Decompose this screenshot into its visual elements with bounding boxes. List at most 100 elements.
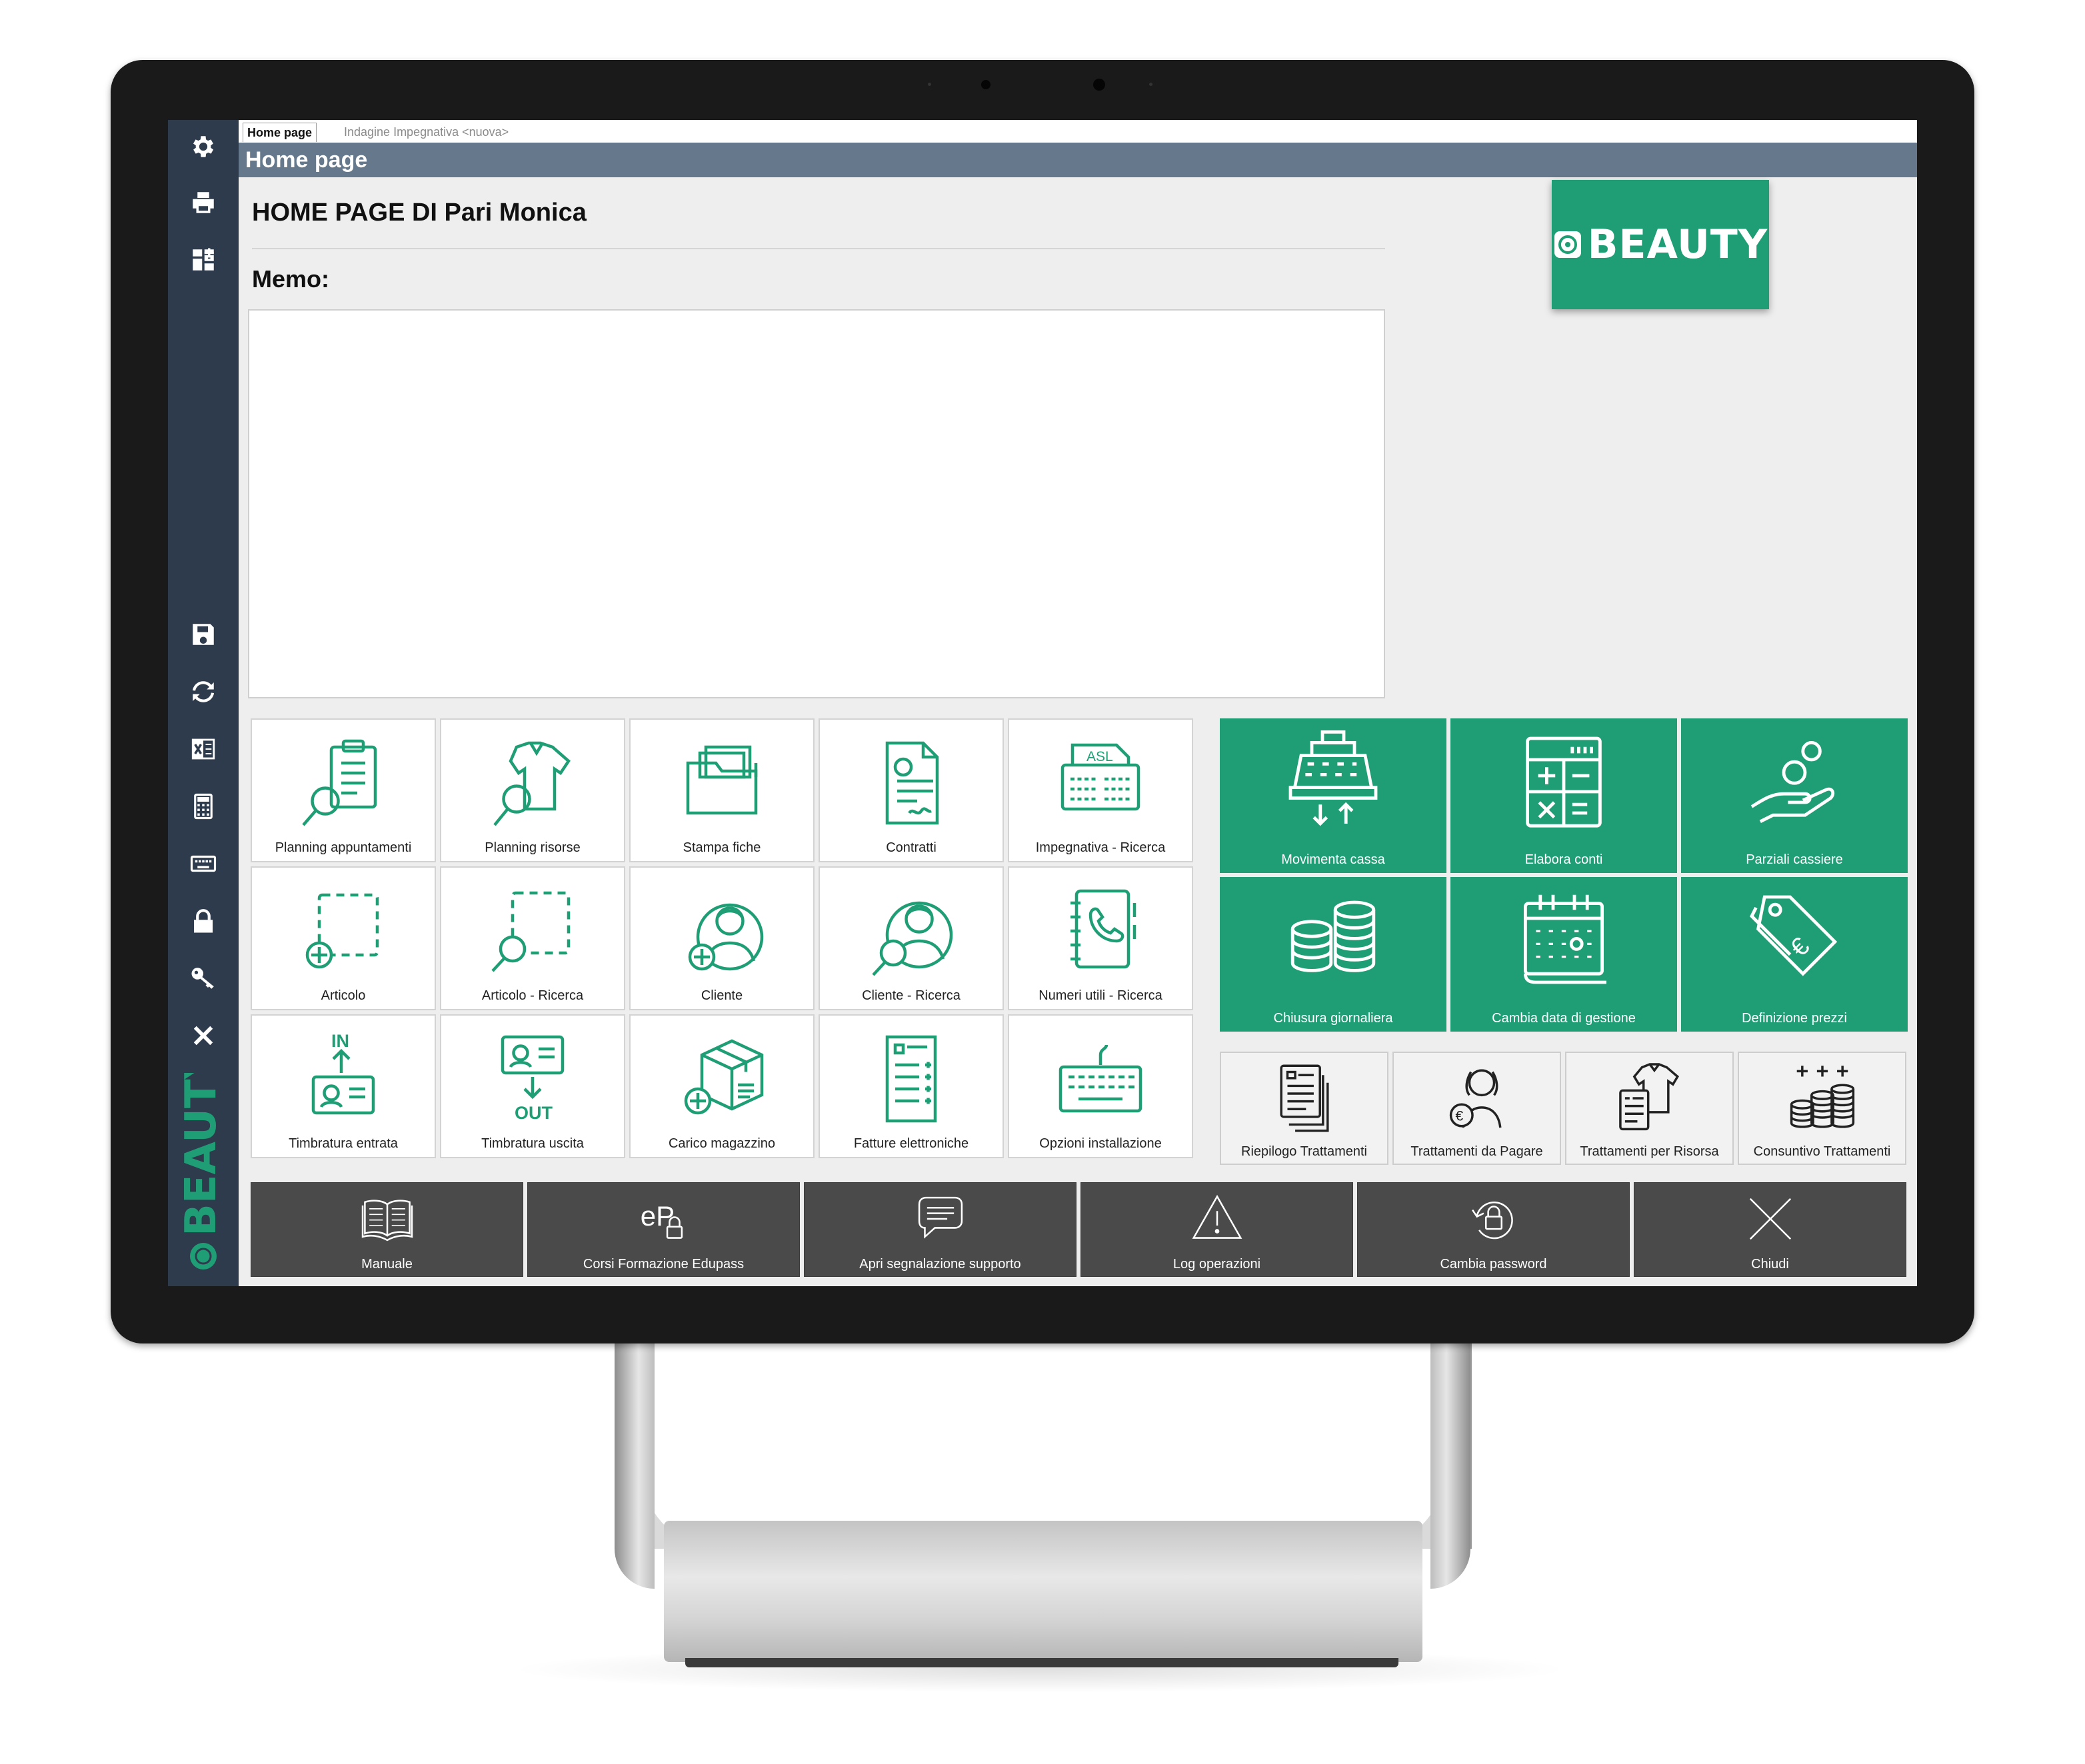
manuale-button[interactable]: Manuale (251, 1182, 523, 1277)
calculator-icon[interactable] (187, 790, 219, 822)
badge-in-icon: IN (311, 1031, 375, 1115)
cambia-password-button[interactable]: Cambia password (1357, 1182, 1630, 1277)
edupass-icon: eP (640, 1200, 683, 1239)
calendar-icon (1524, 894, 1606, 984)
cash-tiles-grid: Movimenta cassa Elabora conti Parziali c… (1220, 718, 1908, 1032)
tile-articolo-ricerca[interactable]: Articolo - Ricerca (440, 866, 625, 1010)
calculator-icon (1526, 736, 1602, 828)
tile-chiusura-giornaliera[interactable]: Chiusura giornaliera (1220, 877, 1446, 1032)
tab-indagine-impegnativa[interactable]: Indagine Impegnativa <nuova> (340, 123, 513, 141)
bottom-action-bar: Manuale eP Corsi Formazione Edupass Apri… (251, 1182, 1909, 1277)
tile-trattamenti-da-pagare[interactable]: € Trattamenti da Pagare (1392, 1052, 1561, 1165)
tile-parziali-cassiere[interactable]: Parziali cassiere (1681, 718, 1908, 873)
tile-timbratura-uscita[interactable]: OUT Timbratura uscita (440, 1014, 625, 1158)
contract-icon (885, 741, 939, 825)
tile-opzioni-installazione[interactable]: Opzioni installazione (1008, 1014, 1193, 1158)
person-euro-icon: € (1449, 1069, 1502, 1128)
client-search-icon (872, 901, 953, 976)
gear-icon[interactable] (187, 131, 219, 163)
page-title: HOME PAGE DI Pari Monica (252, 199, 587, 227)
tile-contratti[interactable]: Contratti (819, 718, 1004, 862)
chiudi-button[interactable]: Chiudi (1634, 1182, 1906, 1277)
tile-consuntivo-trattamenti[interactable]: Consuntivo Trattamenti (1738, 1052, 1906, 1165)
tile-definizione-prezzi[interactable]: € Definizione prezzi (1681, 877, 1908, 1032)
printer-icon[interactable] (187, 187, 219, 219)
svg-text:IN: IN (331, 1031, 349, 1051)
tile-cambia-data-gestione[interactable]: Cambia data di gestione (1450, 877, 1677, 1032)
monitor-stand-arm-right (1430, 1342, 1470, 1589)
excel-icon[interactable] (187, 733, 219, 765)
tile-fatture-elettroniche[interactable]: Fatture elettroniche (819, 1014, 1004, 1158)
price-tag-icon: € (1750, 895, 1838, 976)
tile-stampa-fiche[interactable]: Stampa fiche (629, 718, 815, 862)
lock-icon[interactable] (187, 905, 219, 937)
cash-register-icon (1288, 730, 1378, 826)
main-tiles-grid: Planning appuntamenti Planning risorse S… (251, 718, 1201, 1162)
box-add-icon (684, 1039, 764, 1115)
phonebook-icon (1070, 889, 1136, 969)
hand-coin-icon (1750, 741, 1835, 823)
close-icon (1749, 1198, 1791, 1240)
beauty-logo: BEAUTY (1552, 180, 1769, 309)
svg-text:€: € (1785, 932, 1816, 963)
tile-movimenta-cassa[interactable]: Movimenta cassa (1220, 718, 1446, 873)
tile-carico-magazzino[interactable]: Carico magazzino (629, 1014, 815, 1158)
camera-lens (1093, 79, 1105, 91)
keyboard-icon[interactable] (187, 848, 219, 880)
monitor-stand (615, 1342, 1472, 1549)
tile-riepilogo-trattamenti[interactable]: Riepilogo Trattamenti (1220, 1052, 1388, 1165)
tile-planning-appuntamenti[interactable]: Planning appuntamenti (251, 718, 436, 862)
tile-impegnativa-ricerca[interactable]: ASL Impegnativa - Ricerca (1008, 718, 1193, 862)
memo-label: Memo: (252, 265, 329, 293)
svg-text:BEAUTY: BEAUTY (177, 1073, 226, 1236)
key-icon[interactable] (187, 962, 219, 994)
monitor-stand-arm-left (615, 1342, 655, 1589)
window-title: Home page (239, 143, 1917, 177)
coins-plus-icon (1790, 1066, 1854, 1128)
save-icon[interactable] (187, 618, 219, 650)
apri-segnalazione-supporto-button[interactable]: Apri segnalazione supporto (804, 1182, 1076, 1277)
divider (252, 248, 1385, 249)
chat-icon (918, 1196, 963, 1239)
folder-icon (686, 745, 758, 815)
log-operazioni-button[interactable]: Log operazioni (1080, 1182, 1353, 1277)
sidebar: BEAUTY (168, 120, 239, 1286)
coin-stacks-icon (1290, 900, 1376, 972)
clipboard-search-icon (302, 739, 377, 826)
tile-planning-risorse[interactable]: Planning risorse (440, 718, 625, 862)
tile-trattamenti-per-risorsa[interactable]: Trattamenti per Risorsa (1565, 1052, 1734, 1165)
corsi-formazione-edupass-button[interactable]: eP Corsi Formazione Edupass (527, 1182, 800, 1277)
sensor-dot (928, 83, 931, 86)
keyboard-icon (1058, 1044, 1142, 1113)
sensor-dot (1149, 83, 1152, 86)
refresh-icon[interactable] (187, 676, 219, 708)
camera-lens (981, 80, 991, 89)
dashboard-icon[interactable] (187, 244, 219, 276)
report-tiles-grid: Riepilogo Trattamenti € Trattamenti da P… (1220, 1052, 1909, 1165)
article-search-icon (491, 891, 571, 972)
lock-refresh-icon (1471, 1202, 1513, 1240)
svg-text:€: € (1455, 1109, 1463, 1124)
monitor-stand-base (664, 1521, 1422, 1662)
shirt-search-icon (493, 741, 571, 826)
badge-out-icon: OUT (501, 1035, 565, 1123)
svg-text:OUT: OUT (515, 1103, 553, 1123)
memo-textarea[interactable] (248, 309, 1385, 698)
tile-articolo[interactable]: Articolo (251, 866, 436, 1010)
sidebar-brand-logo: BEAUTY (177, 1073, 226, 1270)
tab-home-page[interactable]: Home page (243, 123, 317, 142)
close-icon[interactable] (187, 1020, 219, 1052)
client-add-icon (688, 903, 764, 971)
tile-cliente-ricerca[interactable]: Cliente - Ricerca (819, 866, 1004, 1010)
monitor-stand-foot (685, 1658, 1398, 1667)
tile-numeri-utili-ricerca[interactable]: Numeri utili - Ricerca (1008, 866, 1193, 1010)
tile-elabora-conti[interactable]: Elabora conti (1450, 718, 1677, 873)
invoice-icon (885, 1035, 937, 1123)
documents-icon (1279, 1064, 1329, 1132)
asl-document-icon: ASL (1060, 743, 1140, 811)
beauty-logo-mark-icon (1554, 231, 1581, 258)
tile-timbratura-entrata[interactable]: IN Timbratura entrata (251, 1014, 436, 1158)
article-add-icon (305, 893, 379, 969)
logo-text: BEAUTY (1587, 221, 1768, 268)
tile-cliente[interactable]: Cliente (629, 866, 815, 1010)
